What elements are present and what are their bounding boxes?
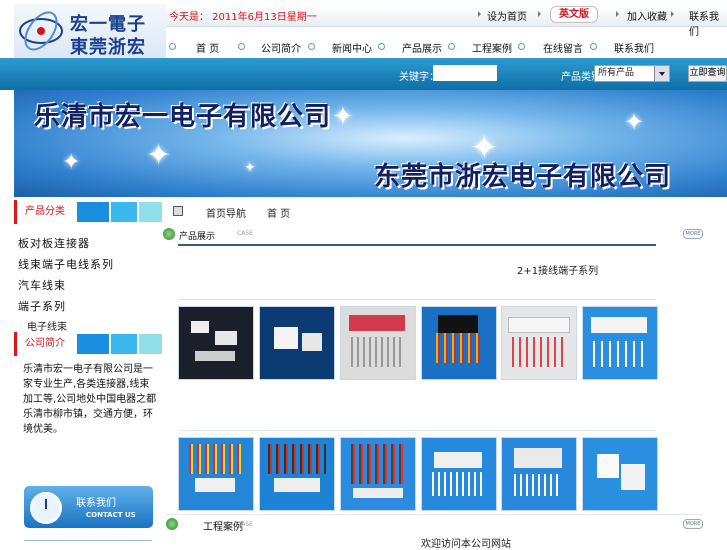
english-version-button[interactable]: 英文版 <box>550 6 598 23</box>
color-block <box>139 202 162 222</box>
product-thumb[interactable] <box>178 437 254 511</box>
sparkle-icon: ✦ <box>244 160 256 176</box>
breadcrumb-label: 首页导航 <box>206 209 246 220</box>
banner-title-2: 东莞市浙宏电子有限公司 <box>374 162 672 192</box>
sparkle-icon: ✦ <box>62 150 81 175</box>
date-text: 今天是： 2011年6月13日星期一 <box>169 12 317 23</box>
section-case-label: CASE <box>237 521 253 528</box>
sparkle-icon: ✦ <box>624 108 645 136</box>
nav-bullet-icon <box>238 43 245 50</box>
section-bullet-icon <box>166 518 178 530</box>
more-link[interactable]: MORE <box>683 519 703 529</box>
sidebar-divider <box>24 540 152 546</box>
sidebar-title-about: 公司简介 <box>14 332 74 356</box>
search-button[interactable]: 立即查询 <box>688 65 727 82</box>
contact-us-banner[interactable]: 联系我们 CONTACT US <box>24 486 153 528</box>
color-block <box>111 334 137 354</box>
products-section-header: 产品展示 CASE MORE <box>163 228 703 242</box>
nav-bullet-icon <box>518 43 525 50</box>
sidebar-subitem-harness[interactable]: 电子线束 <box>27 318 67 333</box>
product-thumb[interactable] <box>259 306 335 380</box>
nav-products[interactable]: 产品展示 <box>402 40 442 55</box>
product-thumb[interactable] <box>421 437 497 511</box>
product-thumb[interactable] <box>178 306 254 380</box>
sidebar-item-wire-terminals[interactable]: 线束端子电线系列 <box>18 256 114 272</box>
sidebar-item-terminals[interactable]: 端子系列 <box>18 298 66 314</box>
banner: ✦ ✦ ✦ ✦ ✦ ✦ 乐清市宏一电子有限公司 东莞市浙宏电子有限公司 <box>14 90 727 197</box>
product-thumb[interactable] <box>501 306 577 380</box>
bullet-icon <box>538 11 541 17</box>
product-thumb[interactable] <box>340 437 416 511</box>
main-nav: 首 页 公司简介 新闻中心 产品展示 工程案例 在线留言 联系我们 <box>166 36 727 58</box>
nav-home[interactable]: 首 页 <box>196 40 219 55</box>
bullet-icon <box>616 11 619 17</box>
color-block <box>111 202 137 222</box>
site-logo[interactable]: 宏一電子 東莞浙宏 <box>14 4 166 58</box>
contact-us-link[interactable]: 联系我们 <box>689 8 727 38</box>
keyword-input[interactable] <box>433 65 497 81</box>
sidebar-item-board-connectors[interactable]: 板对板连接器 <box>18 235 90 251</box>
product-thumb[interactable] <box>259 437 335 511</box>
nav-about[interactable]: 公司简介 <box>261 40 301 55</box>
product-thumb[interactable] <box>501 437 577 511</box>
banner-title-1: 乐清市宏一电子有限公司 <box>34 102 332 132</box>
clock-icon <box>30 492 62 524</box>
nav-bullet-icon <box>590 43 597 50</box>
color-block <box>77 334 109 354</box>
bullet-icon <box>671 11 674 17</box>
category-select-value: 所有产品 <box>598 68 635 78</box>
product-thumb[interactable] <box>421 306 497 380</box>
nav-news[interactable]: 新闻中心 <box>332 40 372 55</box>
sidebar-header-about: 公司简介 <box>14 332 162 358</box>
color-block <box>139 334 162 354</box>
more-link[interactable]: MORE <box>683 229 703 239</box>
bullet-icon <box>478 11 481 17</box>
contact-title: 联系我们 <box>76 498 116 509</box>
logo-line2: 東莞浙宏 <box>70 37 146 58</box>
logo-mark-icon <box>19 11 63 51</box>
nav-bullet-icon <box>448 43 455 50</box>
section-case-label: CASE <box>237 230 253 237</box>
set-homepage-link[interactable]: 设为首页 <box>487 8 527 23</box>
nav-contact[interactable]: 联系我们 <box>614 40 654 55</box>
color-block <box>77 202 109 222</box>
footer-caption: 欢迎访问本公司网站 <box>421 539 511 550</box>
sparkle-icon: ✦ <box>146 138 172 173</box>
row-divider <box>178 430 656 431</box>
company-intro: 乐清市宏一电子有限公司是一家专业生产,各类连接器,线束加工等,公司地处中国电器之… <box>23 364 157 435</box>
sparkle-icon: ✦ <box>332 102 354 132</box>
section-bullet-icon <box>163 228 175 240</box>
contact-subtitle: CONTACT US <box>86 511 136 519</box>
breadcrumb-current[interactable]: 首 页 <box>267 205 290 220</box>
sidebar-header-products: 产品分类 <box>14 200 162 226</box>
category-select[interactable]: 所有产品 <box>594 65 670 82</box>
row-divider <box>178 299 656 300</box>
nav-bullet-icon <box>378 43 385 50</box>
nav-cases[interactable]: 工程案例 <box>472 40 512 55</box>
products-section-title: 产品展示 <box>179 232 216 242</box>
product-strip-top <box>178 244 656 246</box>
nav-bullet-icon <box>308 43 315 50</box>
product-thumb[interactable] <box>582 306 658 380</box>
sidebar-title-products: 产品分类 <box>14 200 74 224</box>
nav-bullet-icon <box>169 43 176 50</box>
cases-section-header: 工程案例 CASE MORE <box>166 514 703 533</box>
product-thumb[interactable] <box>340 306 416 380</box>
sidebar-item-auto-harness[interactable]: 汽车线束 <box>18 277 66 293</box>
nav-guestbook[interactable]: 在线留言 <box>543 40 583 55</box>
chevron-down-icon[interactable] <box>654 66 669 81</box>
breadcrumb: 首页导航 首 页 <box>166 200 727 222</box>
add-favorite-link[interactable]: 加入收藏 <box>627 8 667 23</box>
product-caption[interactable]: 2+1接线端子系列 <box>517 262 598 277</box>
search-bar: 关键字： 产品类别： 所有产品 立即查询 <box>0 58 727 90</box>
top-bar: 今天是： 2011年6月13日星期一 设为首页 英文版 加入收藏 联系我们 <box>166 4 727 38</box>
home-icon <box>173 206 183 216</box>
product-thumb[interactable] <box>582 437 658 511</box>
